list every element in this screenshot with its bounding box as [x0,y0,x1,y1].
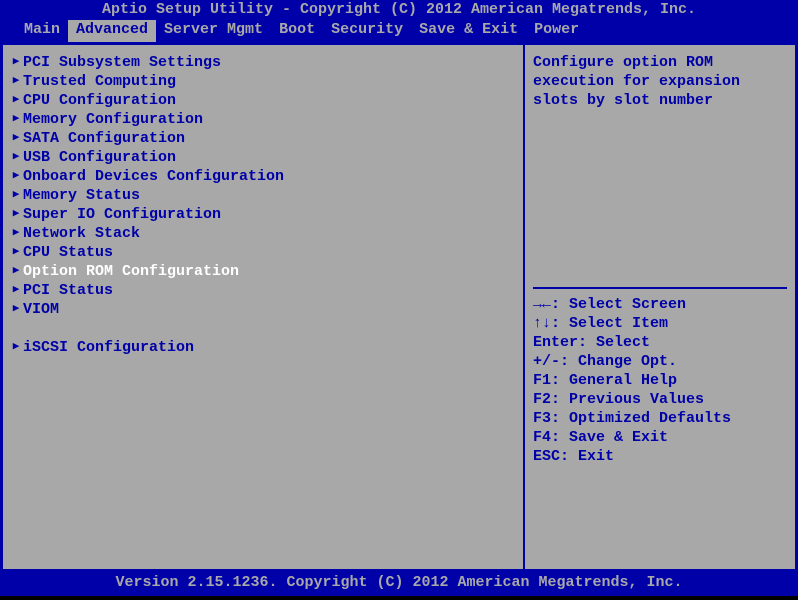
key-f3: F3: Optimized Defaults [533,409,787,428]
submenu-arrow-icon: ▶ [9,300,23,319]
key-enter: Enter: Select [533,333,787,352]
tab-advanced[interactable]: Advanced [68,20,156,42]
title-text: Aptio Setup Utility - Copyright (C) 2012… [102,1,696,18]
key-item: ↑↓: Select Item [533,314,787,333]
bios-screen: Aptio Setup Utility - Copyright (C) 2012… [0,0,798,600]
tab-boot[interactable]: Boot [271,20,323,42]
submenu-arrow-icon: ▶ [9,262,23,281]
item-network-stack[interactable]: ▶Network Stack [9,224,517,243]
item-pci-status[interactable]: ▶PCI Status [9,281,517,300]
key-screen: →←: Select Screen [533,295,787,314]
key-esc: ESC: Exit [533,447,787,466]
item-option-rom[interactable]: ▶Option ROM Configuration [9,262,517,281]
submenu-arrow-icon: ▶ [9,205,23,224]
submenu-arrow-icon: ▶ [9,281,23,300]
arrows-ud-icon: ↑↓ [533,315,551,332]
item-trusted-computing[interactable]: ▶Trusted Computing [9,72,517,91]
right-panel: Configure option ROM execution for expan… [525,45,795,569]
tab-server-mgmt[interactable]: Server Mgmt [156,20,271,42]
item-cpu-configuration[interactable]: ▶CPU Configuration [9,91,517,110]
footer-bar: Version 2.15.1236. Copyright (C) 2012 Am… [0,572,798,596]
submenu-arrow-icon: ▶ [9,167,23,186]
submenu-arrow-icon: ▶ [9,186,23,205]
tab-power[interactable]: Power [526,20,587,42]
item-iscsi[interactable]: ▶iSCSI Configuration [9,338,517,357]
item-memory-status[interactable]: ▶Memory Status [9,186,517,205]
tab-save-exit[interactable]: Save & Exit [411,20,526,42]
submenu-arrow-icon: ▶ [9,338,23,357]
panel-divider [533,287,787,289]
submenu-arrow-icon: ▶ [9,110,23,129]
submenu-arrow-icon: ▶ [9,148,23,167]
key-change: +/-: Change Opt. [533,352,787,371]
key-f2: F2: Previous Values [533,390,787,409]
title-bar: Aptio Setup Utility - Copyright (C) 2012… [0,0,798,20]
key-f4: F4: Save & Exit [533,428,787,447]
spacer [9,319,517,338]
key-f1: F1: General Help [533,371,787,390]
submenu-arrow-icon: ▶ [9,53,23,72]
item-pci-subsystem[interactable]: ▶PCI Subsystem Settings [9,53,517,72]
tab-security[interactable]: Security [323,20,411,42]
item-super-io[interactable]: ▶Super IO Configuration [9,205,517,224]
tab-main[interactable]: Main [16,20,68,42]
key-help: →←: Select Screen ↑↓: Select Item Enter:… [533,295,787,466]
menu-bar: Main Advanced Server Mgmt Boot Security … [0,20,798,42]
submenu-arrow-icon: ▶ [9,91,23,110]
item-cpu-status[interactable]: ▶CPU Status [9,243,517,262]
arrows-lr-icon: →← [533,296,551,313]
submenu-arrow-icon: ▶ [9,224,23,243]
item-onboard-devices[interactable]: ▶Onboard Devices Configuration [9,167,517,186]
left-panel: ▶PCI Subsystem Settings ▶Trusted Computi… [3,45,525,569]
item-usb-configuration[interactable]: ▶USB Configuration [9,148,517,167]
footer-text: Version 2.15.1236. Copyright (C) 2012 Am… [115,574,682,591]
item-viom[interactable]: ▶VIOM [9,300,517,319]
content-area: ▶PCI Subsystem Settings ▶Trusted Computi… [0,42,798,572]
help-text: Configure option ROM execution for expan… [533,53,787,283]
item-memory-configuration[interactable]: ▶Memory Configuration [9,110,517,129]
submenu-arrow-icon: ▶ [9,243,23,262]
submenu-arrow-icon: ▶ [9,72,23,91]
item-sata-configuration[interactable]: ▶SATA Configuration [9,129,517,148]
submenu-arrow-icon: ▶ [9,129,23,148]
